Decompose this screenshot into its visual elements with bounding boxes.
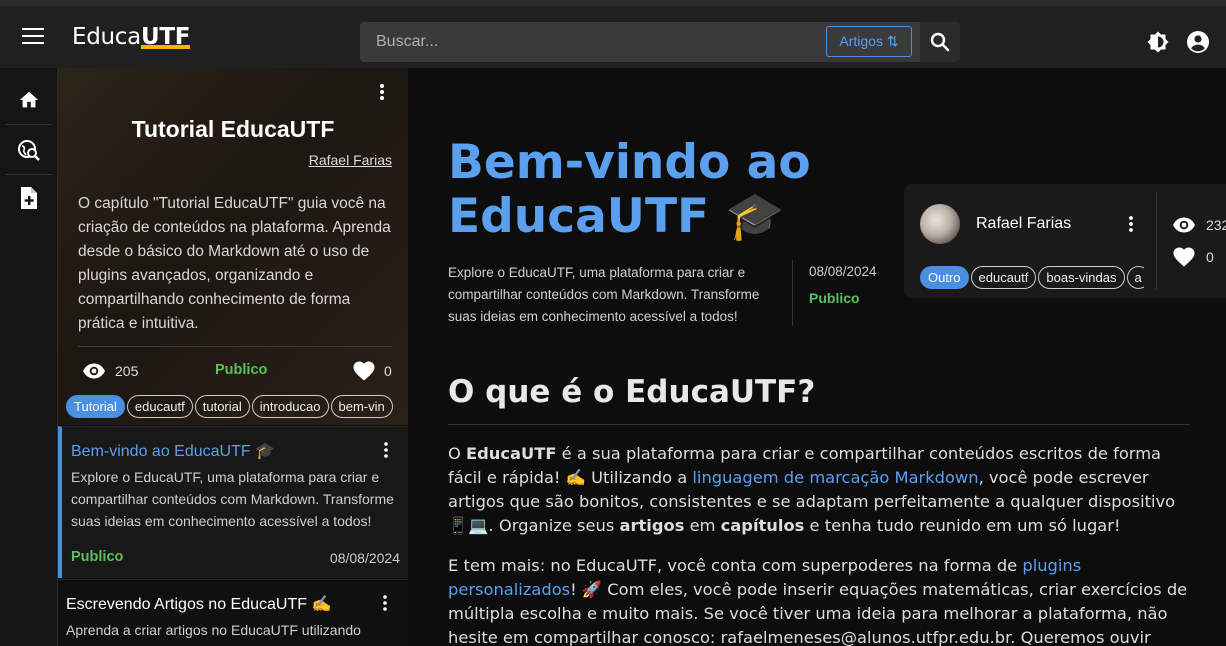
article-item-status: Publico <box>71 549 124 565</box>
logo[interactable]: EducaUTF <box>72 24 190 50</box>
search-input[interactable] <box>360 22 820 62</box>
heart-icon[interactable] <box>1172 246 1196 268</box>
article-tags: Outro educautf boas-vindas a <box>920 266 1144 289</box>
article-item-summary: Aprenda a criar artigos no EducaUTF util… <box>66 622 361 638</box>
chapter-author-link[interactable]: Rafael Farias <box>309 152 392 168</box>
logo-prefix: Educa <box>72 24 141 50</box>
markdown-link[interactable]: linguagem de marcação Markdown <box>692 468 978 487</box>
tag-chip[interactable]: Outro <box>920 266 969 289</box>
nav-rail <box>0 68 58 646</box>
article-list-item-active[interactable]: Bem-vindo ao EducaUTF 🎓 Explore o EducaU… <box>58 426 408 578</box>
tag-chip[interactable]: educautf <box>126 395 193 418</box>
eye-icon <box>1173 217 1195 233</box>
search-filter-select[interactable]: Artigos ⇅ <box>826 26 912 57</box>
article-intro: Explore o EducaUTF, uma plataforma para … <box>448 265 760 324</box>
article-views: 232 <box>1206 217 1226 233</box>
tag-chip[interactable]: tutorial <box>194 395 250 418</box>
chapter-tags: Tutorial educautf tutorial introducao bem-vi… <box>66 395 395 418</box>
article-item-title: Escrevendo Artigos no EducaUTF ✍️ <box>66 596 332 613</box>
article-list-item[interactable]: Escrevendo Artigos no EducaUTF ✍️ Aprend… <box>58 579 408 646</box>
search-icon <box>930 32 950 52</box>
account-icon[interactable] <box>1186 30 1210 54</box>
theme-toggle-icon[interactable] <box>1146 30 1170 54</box>
tag-chip[interactable]: Tutorial <box>66 395 125 418</box>
avatar[interactable] <box>920 204 960 244</box>
rail-new-article[interactable] <box>0 174 58 222</box>
article-item-more-icon[interactable] <box>380 441 392 459</box>
article-likes: 0 <box>1206 249 1214 265</box>
article-paragraph-1: O EducaUTF é a sua plataforma para criar… <box>448 444 1176 535</box>
tag-chip[interactable]: a <box>1126 266 1144 289</box>
author-more-icon[interactable] <box>1125 214 1137 234</box>
note-add-icon <box>21 187 37 209</box>
rail-explore[interactable] <box>0 126 58 174</box>
tag-chip[interactable]: bem-vin <box>330 395 393 418</box>
logo-suffix: UTF <box>140 24 191 50</box>
chapter-status: Publico <box>215 362 268 378</box>
chapter-likes: 0 <box>384 363 392 379</box>
chapter-more-icon[interactable] <box>374 82 390 102</box>
article-status: Publico <box>809 290 860 306</box>
chapter-description: O capítulo "Tutorial EducaUTF" guia você… <box>78 195 391 332</box>
heart-icon[interactable] <box>352 360 376 382</box>
article-item-date: 08/08/2024 <box>329 550 400 566</box>
article-paragraph-2: E tem mais: no EducaUTF, você conta com … <box>448 556 1188 646</box>
tag-chip[interactable]: educautf <box>970 266 1037 289</box>
chapter-title: Tutorial EducaUTF <box>131 116 335 142</box>
article-date: 08/08/2024 <box>809 264 877 279</box>
tag-chip[interactable]: boas-vindas <box>1038 266 1125 289</box>
search-button[interactable] <box>920 22 960 62</box>
section-heading: O que é o EducaUTF? <box>448 374 816 410</box>
chapter-stats: 205 Publico 0 <box>82 360 394 382</box>
author-card: Rafael Farias Outro educautf boas-vindas a … <box>904 184 1226 298</box>
rail-home[interactable] <box>0 76 58 124</box>
chapter-header: Tutorial EducaUTF Rafael Farias O capítu… <box>58 68 408 425</box>
tag-chip[interactable]: introducao <box>251 395 329 418</box>
chapter-views: 205 <box>115 363 139 379</box>
article-item-more-icon[interactable] <box>379 594 391 612</box>
home-icon <box>19 91 39 108</box>
author-name[interactable]: Rafael Farias <box>976 215 1071 233</box>
article-item-summary: Explore o EducaUTF, uma plataforma para … <box>71 469 394 529</box>
top-app-bar: EducaUTF Artigos ⇅ <box>0 0 1226 68</box>
travel-explore-icon <box>18 140 40 161</box>
menu-icon[interactable] <box>22 28 44 44</box>
article-item-title: Bem-vindo ao EducaUTF 🎓 <box>71 443 275 460</box>
eye-icon <box>83 363 105 379</box>
article-view: Bem-vindo ao EducaUTF 🎓 Explore o EducaU… <box>408 68 1226 646</box>
article-title: Bem-vindo ao EducaUTF 🎓 <box>448 135 811 244</box>
chapter-panel: Tutorial EducaUTF Rafael Farias O capítu… <box>58 68 408 646</box>
search-bar: Artigos ⇅ <box>360 22 920 62</box>
